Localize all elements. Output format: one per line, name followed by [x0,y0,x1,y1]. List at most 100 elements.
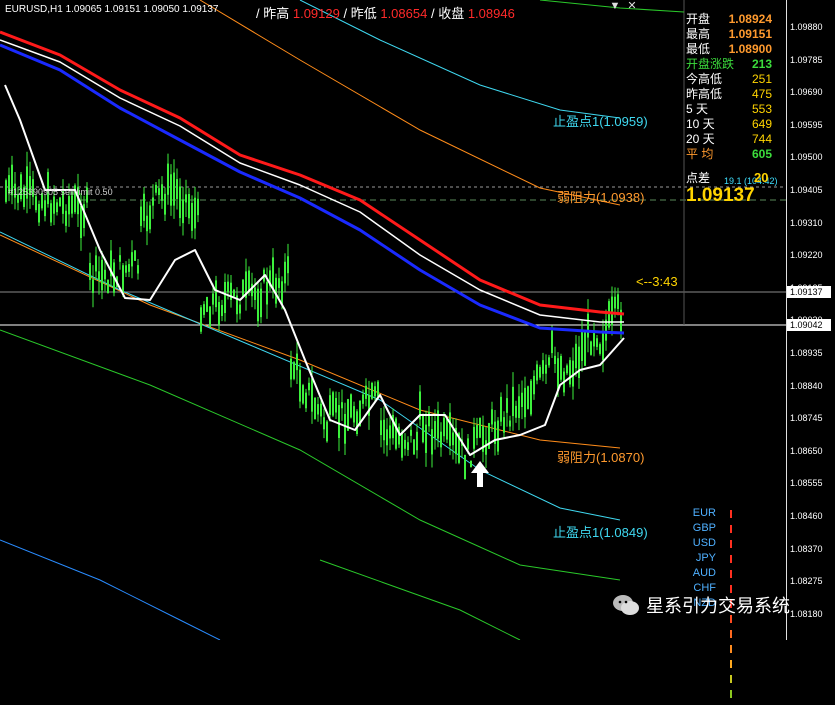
candle-body [587,313,589,338]
candle-body [182,199,184,224]
crosshair-price-tag: 1.09042 [787,319,831,331]
level-label-tp-lower: 止盈点1(1.0849) [553,525,648,540]
candle-body [353,406,355,423]
candle-body [248,270,250,292]
currency-name: JPY [695,552,716,564]
candle-body [464,454,466,480]
candle-body [614,296,616,309]
candle-body [473,426,475,449]
info-value: 553 [751,102,772,116]
candle-body [239,304,241,314]
spread-readout: 点差 19.1 (104.42) 20 [686,169,778,186]
candle-body [611,296,613,326]
band-green-bottom [319,559,521,640]
candle-body [371,382,373,399]
candle-body [524,387,526,418]
candle-body [395,418,397,449]
candle-body [416,431,418,451]
candle-body [134,250,136,261]
candle-body [497,420,499,452]
candle-body [545,364,547,374]
candle-body [68,196,70,215]
candle-body [164,193,166,215]
candle-body [44,200,46,217]
candle-body [71,195,73,214]
candle-body [257,288,259,322]
current-price-large: 1.09137 [686,185,755,206]
candle-body [125,265,127,273]
candle-body [329,395,331,415]
candle-body [425,424,427,453]
info-label: 今高低 [686,72,723,86]
price-tick: 1.08840 [790,380,823,391]
candle-body [5,180,7,202]
info-row: 20 天 744 [684,132,784,147]
dropdown-icon[interactable]: ▼ [607,0,623,12]
candle-body [149,205,151,230]
close-icon[interactable]: ✕ [624,0,640,12]
candle-body [584,332,586,366]
candle-body [443,417,445,437]
info-label: 10 天 [686,117,715,131]
candle-body [65,210,67,226]
strength-bars [730,540,733,578]
candle-body [569,360,571,385]
price-tick: 1.08180 [790,608,823,619]
candle-body [200,307,202,332]
info-value: 1.08900 [728,42,772,56]
candle-body [404,439,406,449]
price-tick: 1.08745 [790,413,823,424]
strength-bar [730,540,732,548]
stat-value: 1.08946 [467,6,515,21]
candle-body [503,417,505,433]
info-value: 251 [751,72,772,86]
band-blue-lower [0,539,221,640]
candle-body [209,306,211,327]
level-label-resistance-lower: 弱阻力(1.0870) [557,450,645,465]
info-label: 平 均 [686,147,714,161]
candle-body [320,403,322,417]
price-tick: 1.08935 [790,348,823,358]
pending-order-label[interactable]: #125390905 sell limit 0.50 [8,187,113,197]
candle-body [479,417,481,438]
candle-body [407,442,409,451]
candle-body [512,386,514,417]
candle-body [554,355,556,364]
stat-label: / 收盘 [430,6,465,21]
stat-label: / 昨低 [343,6,377,21]
candle-body [296,353,298,371]
candle-body [218,302,220,325]
candle-body [506,398,508,413]
candle-body [284,261,286,284]
candle-body [536,364,538,381]
candle-body [365,385,367,399]
candle-body [119,255,121,262]
level-label-resistance-upper: 弱阻力(1.0938) [557,190,645,205]
candle-body [104,269,106,280]
stat-label: / 昨高 [256,6,290,21]
strength-bars [730,570,733,683]
currency-name: GBP [692,522,716,534]
candle-body [281,281,283,305]
strength-bars [730,555,733,623]
candle-body [98,271,100,280]
candle-body [266,281,268,305]
candle-body [440,431,442,448]
candle-body [287,256,289,274]
info-row: 平 均 605 [684,147,784,162]
price-tick: 1.09500 [790,152,823,163]
candle-body [617,294,619,309]
current-price-tag: 1.09137 [787,286,831,298]
spread-value: 20 [754,170,769,185]
candle-body [533,375,535,395]
candle-body [314,397,316,419]
strength-bar [730,555,732,563]
candle-body [566,365,568,374]
candle-body [173,172,175,206]
price-tick: 1.09405 [790,185,823,195]
candle-body [350,394,352,418]
currency-name: AUD [692,567,716,579]
bar-countdown: <--3:43 [636,274,678,289]
info-label: 开盘涨跌 [686,57,735,71]
candle-body [335,397,337,413]
